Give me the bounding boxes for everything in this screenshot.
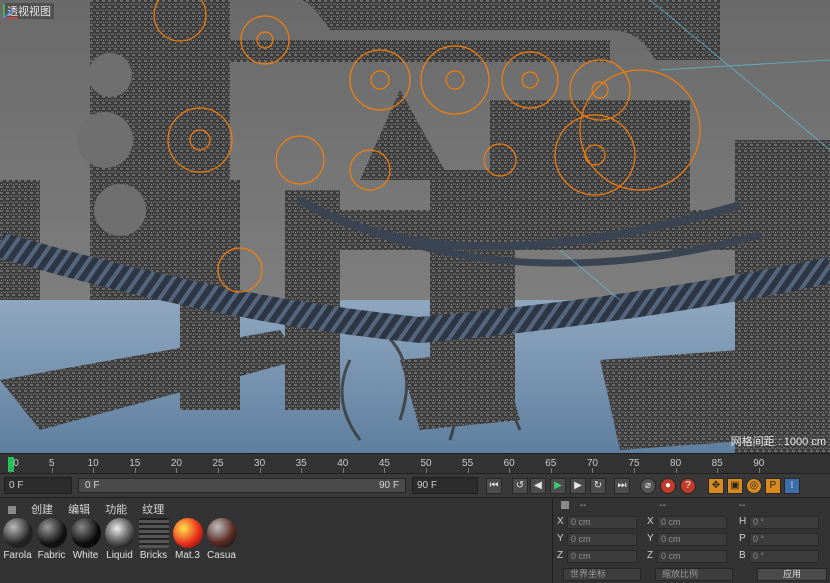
rotate-key-icon[interactable]: ◎ [746, 478, 762, 494]
material-menu-bar: 创建 编辑 功能 纹理 [0, 498, 552, 516]
move-key-icon[interactable]: ✥ [708, 478, 724, 494]
next-frame-icon[interactable]: ▶ [570, 478, 586, 494]
preview-range-slider[interactable]: 0 F 90 F [78, 478, 406, 493]
scale-key-icon[interactable]: ▣ [727, 478, 743, 494]
next-key-icon[interactable]: ↻ [590, 478, 606, 494]
panel-grip-icon[interactable] [8, 506, 16, 514]
coord-row-x: X 0 cm X 0 cm H 0 ° [553, 516, 830, 532]
menu-texture[interactable]: 纹理 [142, 504, 164, 516]
material-item[interactable]: Farola [2, 518, 33, 561]
size-z-field[interactable]: 0 cm [657, 550, 727, 563]
material-preview-icon [104, 518, 135, 548]
range-end: 90 F [378, 480, 399, 491]
perspective-viewport[interactable]: 透视视图 网格间距 : 1000 cm [0, 0, 830, 453]
grid-spacing-readout: 网格间距 : 1000 cm [730, 436, 826, 448]
material-item[interactable]: Liquid [104, 518, 135, 561]
timeline-ruler[interactable]: 0 5 10 15 20 25 30 35 40 45 50 55 60 65 70 75 80 85 90 [0, 453, 830, 473]
size-y-field[interactable]: 0 cm [657, 533, 727, 546]
panel-grip-icon[interactable] [561, 501, 569, 509]
rotation-b-field[interactable]: 0 ° [749, 550, 819, 563]
material-item[interactable]: White [70, 518, 101, 561]
coord-headers: -- -- -- [553, 498, 830, 513]
record-disabled-icon[interactable]: ⌀ [640, 478, 656, 494]
material-preview-icon [2, 518, 33, 548]
apply-button[interactable]: 应用 [757, 568, 827, 581]
material-preview-icon [138, 518, 169, 548]
coordinates-panel: -- -- -- X 0 cm X 0 cm H 0 ° Y 0 cm Y 0 … [552, 497, 830, 583]
scene-render [0, 0, 830, 453]
go-to-end-icon[interactable]: ⏭ [614, 478, 630, 494]
material-item[interactable]: Fabric [36, 518, 67, 561]
autokey-icon[interactable]: ? [680, 478, 696, 494]
material-preview-icon [172, 518, 203, 548]
material-preview-icon [36, 518, 67, 548]
cinema4d-window: 透视视图 网格间距 : 1000 cm 0 5 10 15 20 25 30 35 40 45 50… [0, 0, 830, 583]
menu-function[interactable]: 功能 [105, 504, 127, 516]
coord-row-y: Y 0 cm Y 0 cm P 0 ° [553, 533, 830, 549]
material-item[interactable]: Bricks [138, 518, 169, 561]
max-frame-field[interactable]: 90 F [412, 477, 478, 494]
material-preview-icon [70, 518, 101, 548]
menu-edit[interactable]: 编辑 [68, 504, 90, 516]
world-coordinates-dropdown[interactable]: 世界坐标 [563, 568, 641, 581]
material-preview-icon [206, 518, 237, 548]
position-z-field[interactable]: 0 cm [567, 550, 637, 563]
record-active-icon[interactable]: ● [660, 478, 676, 494]
position-y-field[interactable]: 0 cm [567, 533, 637, 546]
param-key-icon[interactable]: P [765, 478, 781, 494]
play-icon[interactable]: ▶ [550, 478, 566, 494]
tick-label: 0 [13, 458, 19, 469]
menu-create[interactable]: 创建 [31, 504, 53, 516]
range-start: 0 F [85, 480, 100, 491]
previous-key-icon[interactable]: ↺ [512, 478, 528, 494]
pla-key-icon[interactable]: ⁝ [784, 478, 800, 494]
coord-row-z: Z 0 cm Z 0 cm B 0 ° [553, 550, 830, 566]
go-to-start-icon[interactable]: ⏮ [486, 478, 502, 494]
material-item[interactable]: Casua [206, 518, 237, 561]
previous-frame-icon[interactable]: ◀ [530, 478, 546, 494]
current-frame-field[interactable]: 0 F [4, 477, 72, 494]
coord-footer: 世界坐标 缩放比例 应用 [559, 568, 829, 582]
size-x-field[interactable]: 0 cm [657, 516, 727, 529]
material-item[interactable]: Mat.3 [172, 518, 203, 561]
axis-gizmo-icon [3, 4, 18, 19]
material-list: Farola Fabric White Liquid Bricks Mat.3 [2, 518, 237, 561]
transport-bar: 0 F 0 F 90 F 90 F ⏮ ↺ ◀ ▶ ▶ ↻ ⏭ ⌀ ● ? ✥ … [0, 473, 830, 497]
position-x-field[interactable]: 0 cm [567, 516, 637, 529]
rotation-p-field[interactable]: 0 ° [749, 533, 819, 546]
material-manager: 创建 编辑 功能 纹理 Farola Fabric White Liquid B… [0, 497, 552, 583]
rotation-h-field[interactable]: 0 ° [749, 516, 819, 529]
scale-mode-dropdown[interactable]: 缩放比例 [655, 568, 733, 581]
